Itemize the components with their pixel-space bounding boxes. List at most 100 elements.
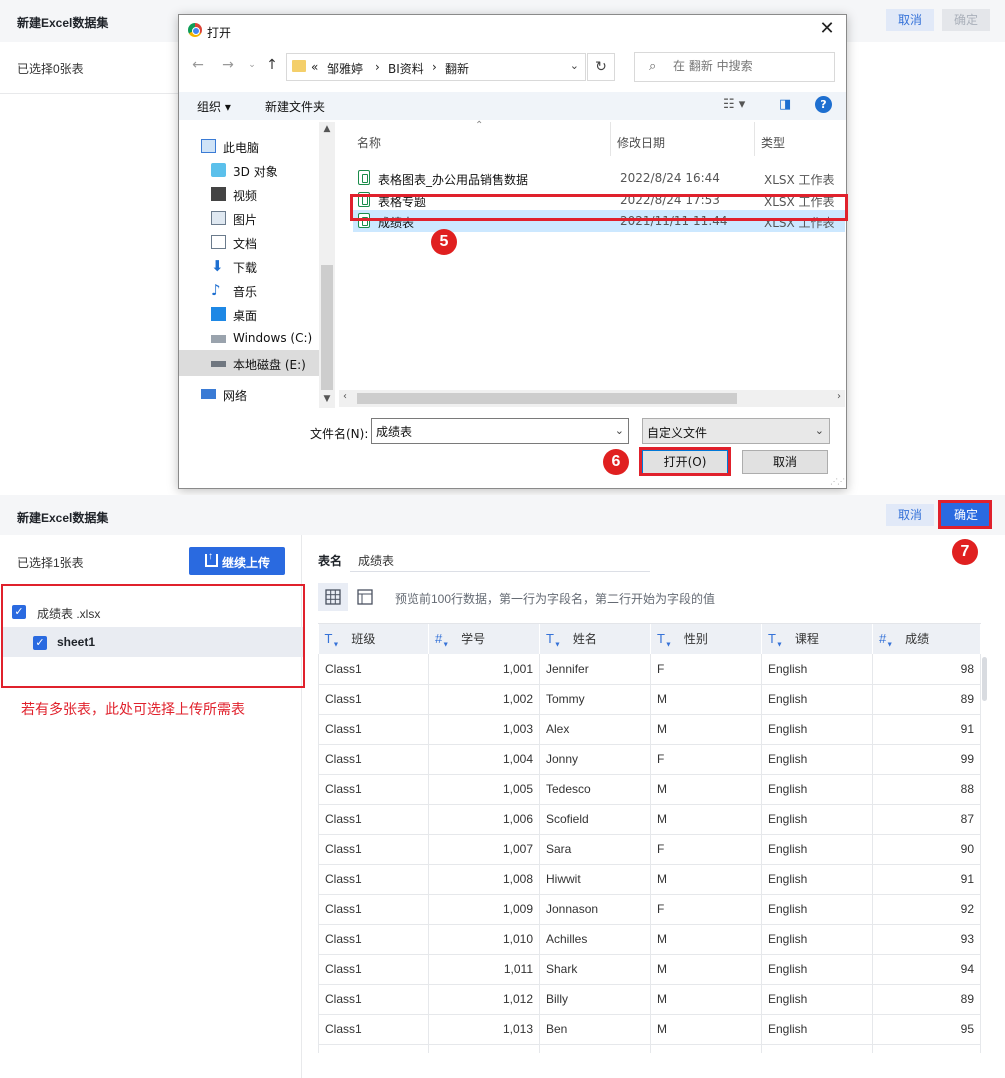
help-icon[interactable]: ? bbox=[815, 96, 832, 113]
preview-table: T▼ 班级 #▼ 学号 T▼ 姓名 T▼ 性别 T▼ 课程 #▼ 成绩 Class1 1,001 Jenn… bbox=[318, 623, 981, 1053]
number-type-icon[interactable]: #▼ bbox=[435, 631, 449, 649]
address-bar[interactable]: « 邹雅婷 › BI资料 › 翻新 ⌄ bbox=[286, 53, 586, 81]
table-cell: M bbox=[650, 954, 762, 985]
table-cell: M bbox=[650, 804, 762, 835]
scroll-down-icon[interactable]: ▼ bbox=[322, 394, 332, 404]
address-segment[interactable]: 邹雅婷 bbox=[327, 60, 363, 77]
filetype-dropdown-icon[interactable]: ⌄ bbox=[815, 424, 824, 437]
preview-pane-icon[interactable]: ◨ bbox=[779, 97, 791, 112]
column-header-date[interactable]: 修改日期 bbox=[617, 134, 665, 151]
bottom-cancel-button[interactable]: 取消 bbox=[886, 504, 934, 526]
top-confirm-button[interactable]: 确定 bbox=[942, 9, 990, 31]
nav-scrollbar[interactable]: ▲ ▼ bbox=[319, 122, 335, 408]
table-cell: Class1 bbox=[318, 984, 429, 1015]
dialog-close-icon[interactable]: ✕ bbox=[816, 18, 838, 40]
column-header-3[interactable]: T▼ 姓名 bbox=[539, 624, 651, 654]
table-cell: 1,010 bbox=[428, 924, 540, 955]
table-cell: 1,011 bbox=[428, 954, 540, 985]
text-type-icon[interactable]: T▼ bbox=[546, 631, 561, 649]
filetype-select[interactable]: 自定义文件 ⌄ bbox=[642, 418, 830, 444]
network-icon bbox=[201, 389, 216, 399]
filename-input[interactable] bbox=[376, 424, 606, 438]
new-folder-button[interactable]: 新建文件夹 bbox=[265, 98, 325, 115]
table-cell: 1,004 bbox=[428, 744, 540, 775]
view-options-icon[interactable]: ☷ ▾ bbox=[723, 97, 745, 112]
scroll-up-icon[interactable]: ▲ bbox=[322, 124, 332, 134]
filename-dropdown-icon[interactable]: ⌄ bbox=[615, 424, 624, 437]
preview-table-scrollbar[interactable] bbox=[982, 657, 987, 701]
column-header-name[interactable]: 名称 bbox=[357, 134, 381, 151]
filename-field[interactable]: ⌄ bbox=[371, 418, 629, 444]
highlight-box-selected-file bbox=[350, 194, 848, 221]
forward-arrow-icon[interactable]: → bbox=[219, 56, 237, 74]
table-cell: 93 bbox=[872, 924, 981, 955]
table-row: Class1 1,012 Billy M English 89 bbox=[318, 984, 981, 1015]
search-input[interactable] bbox=[673, 59, 823, 73]
nav-item-drive-e[interactable]: 本地磁盘 (E:) bbox=[179, 350, 319, 376]
refresh-icon[interactable]: ↻ bbox=[587, 53, 615, 81]
music-icon: ♪ bbox=[211, 281, 221, 299]
column-header-type[interactable]: 类型 bbox=[761, 134, 785, 151]
up-arrow-icon[interactable]: ↑ bbox=[263, 56, 281, 74]
column-header-2[interactable]: #▼ 学号 bbox=[428, 624, 540, 654]
table-row: Class1 1,004 Jonny F English 99 bbox=[318, 744, 981, 775]
recent-dropdown-icon[interactable]: ⌄ bbox=[243, 56, 261, 74]
column-header-1[interactable]: T▼ 班级 bbox=[318, 624, 429, 654]
sheet-checkbox[interactable]: ✓ bbox=[33, 636, 47, 650]
table-cell: 99 bbox=[872, 744, 981, 775]
table-cell: English bbox=[761, 654, 873, 685]
nav-item-label: 本地磁盘 (E:) bbox=[233, 358, 306, 372]
text-type-icon[interactable]: T▼ bbox=[657, 631, 672, 649]
file-row[interactable]: 表格图表_办公用品销售数据 2022/8/24 16:44 XLSX 工作表 bbox=[353, 167, 845, 189]
scroll-left-icon[interactable]: ‹ bbox=[343, 391, 347, 402]
grid-view-toggle[interactable] bbox=[318, 583, 348, 611]
bottom-dataset-title: 新建Excel数据集 bbox=[17, 511, 109, 525]
file-label: 成绩表 .xlsx bbox=[37, 607, 101, 621]
column-header-6[interactable]: #▼ 成绩 bbox=[872, 624, 981, 654]
column-header-4[interactable]: T▼ 性别 bbox=[650, 624, 762, 654]
sort-ascending-icon: ⌃ bbox=[475, 120, 484, 131]
file-checkbox[interactable]: ✓ bbox=[12, 605, 26, 619]
file-list-hscrollbar[interactable]: ‹ › bbox=[339, 390, 845, 407]
organize-menu[interactable]: 组织 ▾ bbox=[197, 98, 231, 115]
search-box[interactable]: ⌕ bbox=[634, 52, 835, 82]
layout-view-toggle[interactable] bbox=[350, 583, 380, 611]
continue-upload-button[interactable]: ↑ 继续上传 bbox=[189, 547, 285, 575]
column-header-label: 姓名 bbox=[572, 631, 597, 646]
column-header-label: 学号 bbox=[461, 631, 486, 646]
column-header-5[interactable]: T▼ 课程 bbox=[761, 624, 873, 654]
navigation-pane: 此电脑 3D 对象 视频 图片 文档 ⬇ 下载 ♪ 音乐 桌面 Windows … bbox=[179, 122, 337, 404]
table-cell: Class1 bbox=[318, 804, 429, 835]
dialog-cancel-button[interactable]: 取消 bbox=[742, 450, 828, 474]
address-segment[interactable]: BI资料 bbox=[388, 60, 424, 77]
column-header-label: 性别 bbox=[683, 631, 708, 646]
table-cell: Class1 bbox=[318, 894, 429, 925]
table-cell: Class1 bbox=[318, 684, 429, 715]
table-cell: Fu bbox=[539, 1044, 651, 1053]
scroll-right-icon[interactable]: › bbox=[837, 391, 841, 402]
address-dropdown-icon[interactable]: ⌄ bbox=[570, 59, 579, 72]
address-overflow[interactable]: « bbox=[311, 60, 318, 74]
table-cell: Class1 bbox=[318, 954, 429, 985]
table-cell: English bbox=[761, 834, 873, 865]
table-cell: English bbox=[761, 744, 873, 775]
text-type-icon[interactable]: T▼ bbox=[325, 631, 340, 649]
address-segment[interactable]: 翻新 bbox=[445, 60, 469, 77]
table-cell: Jonnason bbox=[539, 894, 651, 925]
back-arrow-icon[interactable]: ← bbox=[189, 56, 207, 74]
top-selected-count: 已选择0张表 bbox=[17, 62, 84, 76]
table-name-value[interactable]: 成绩表 bbox=[358, 552, 394, 569]
file-list-scroll-thumb[interactable] bbox=[357, 393, 737, 404]
top-cancel-button[interactable]: 取消 bbox=[886, 9, 934, 31]
table-cell: Achilles bbox=[539, 924, 651, 955]
file-open-dialog: 打开 ✕ ← → ⌄ ↑ « 邹雅婷 › BI资料 › 翻新 ⌄ ↻ ⌕ 组织 … bbox=[178, 14, 848, 489]
drive-icon bbox=[211, 335, 226, 343]
table-cell: 95 bbox=[872, 1014, 981, 1045]
table-cell: 88 bbox=[872, 774, 981, 805]
resize-grip-icon[interactable]: ⋰⋰ bbox=[830, 477, 845, 486]
nav-scroll-thumb[interactable] bbox=[321, 265, 333, 390]
filetype-value: 自定义文件 bbox=[647, 426, 708, 440]
table-cell: English bbox=[761, 804, 873, 835]
text-type-icon[interactable]: T▼ bbox=[768, 631, 783, 649]
number-type-icon[interactable]: #▼ bbox=[879, 631, 893, 649]
